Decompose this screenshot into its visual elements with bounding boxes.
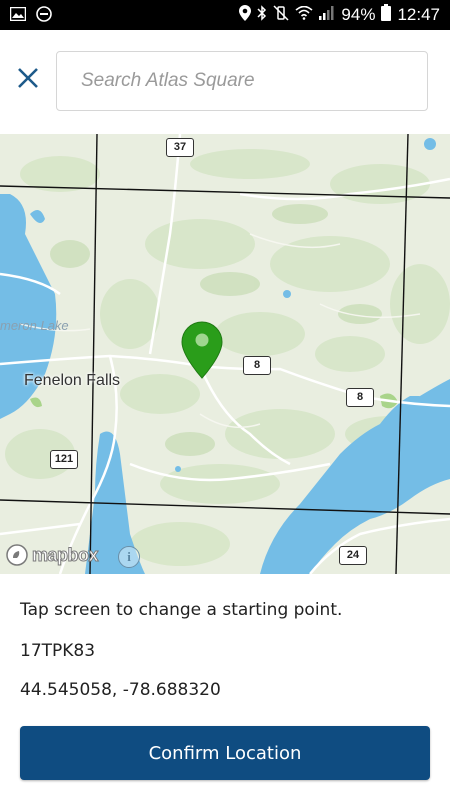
search-header (0, 30, 450, 134)
lake-label: meron Lake (0, 318, 69, 333)
atlas-square-search-input[interactable] (56, 51, 428, 111)
map-view[interactable]: meron Lake Fenelon Falls 37 8 8 121 24 m… (0, 134, 450, 574)
clock: 12:47 (397, 5, 440, 24)
route-shield: 8 (346, 388, 374, 407)
map-base-layer (0, 134, 450, 574)
info-icon: i (127, 549, 131, 564)
town-label: Fenelon Falls (24, 372, 121, 389)
mapbox-logo-icon (6, 544, 28, 566)
route-shield: 24 (339, 546, 367, 565)
wifi-icon (295, 5, 313, 25)
instruction-text: Tap screen to change a starting point. (20, 600, 343, 620)
battery-percentage: 94% (341, 5, 376, 24)
confirm-location-button[interactable]: Confirm Location (20, 726, 430, 780)
coordinates-readout: 44.545058, -78.688320 (20, 680, 221, 700)
vibrate-off-icon (273, 4, 289, 26)
bluetooth-icon (257, 4, 267, 26)
atlas-square-code: 17TPK83 (20, 641, 96, 661)
close-button[interactable] (12, 62, 44, 94)
location-pin[interactable] (180, 320, 224, 380)
battery-icon (381, 4, 392, 26)
mapbox-wordmark: mapbox (31, 544, 99, 565)
route-shield: 121 (50, 450, 78, 469)
image-notification-icon (9, 6, 27, 26)
do-not-disturb-icon (36, 6, 52, 27)
location-icon (239, 4, 252, 26)
mapbox-attribution: mapbox (6, 544, 99, 566)
close-icon (18, 68, 38, 88)
status-bar: 94% 12:47 (0, 0, 450, 30)
map-marker-icon (181, 321, 223, 379)
route-shield: 37 (166, 138, 194, 157)
signal-icon (319, 5, 335, 25)
location-panel: Tap screen to change a starting point. 1… (0, 574, 450, 800)
route-shield: 8 (243, 356, 271, 375)
map-info-button[interactable]: i (118, 546, 140, 568)
